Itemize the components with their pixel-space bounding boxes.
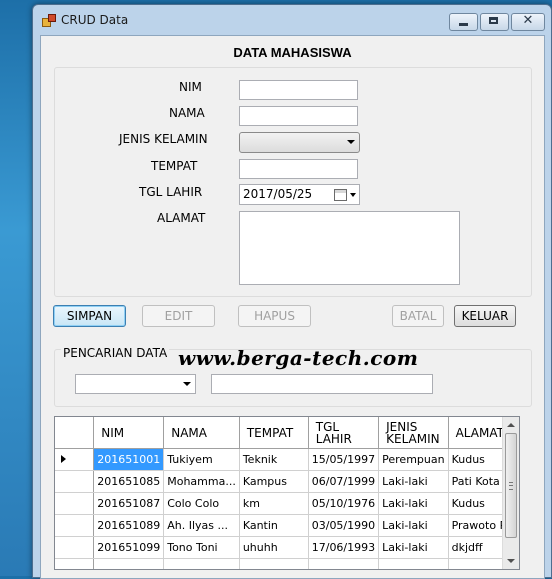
row-header[interactable] <box>55 470 95 493</box>
jenis-kelamin-select[interactable] <box>239 132 360 153</box>
table-cell[interactable]: Ah. Ilyas ... <box>163 514 240 537</box>
tgl-lahir-datepicker[interactable]: 2017/05/25 <box>239 184 360 205</box>
column-header-nim[interactable]: NIM <box>93 417 165 449</box>
table-row[interactable] <box>55 558 519 569</box>
table-cell[interactable]: Laki-laki <box>378 536 449 559</box>
table-cell[interactable]: Mohamma... <box>163 470 240 493</box>
table-cell[interactable]: Kantin <box>239 514 309 537</box>
app-icon <box>42 14 56 27</box>
row-header[interactable] <box>55 448 95 471</box>
table-cell[interactable] <box>93 558 165 569</box>
search-group-label: PENCARIAN DATA <box>61 346 170 360</box>
table-cell[interactable]: Laki-laki <box>378 470 449 493</box>
row-header[interactable] <box>55 558 95 569</box>
table-cell[interactable]: 15/05/1997 <box>308 448 380 471</box>
caption-buttons: ✕ <box>447 13 545 31</box>
label-tempat: TEMPAT <box>151 159 198 173</box>
maximize-icon <box>489 17 498 24</box>
table-cell[interactable]: Kampus <box>239 470 309 493</box>
table-cell[interactable]: Laki-laki <box>378 492 449 515</box>
table-row[interactable]: 201651001 Tukiyem Teknik 15/05/1997 Pere… <box>55 448 519 471</box>
hapus-button[interactable]: HAPUS <box>238 305 311 327</box>
table-row[interactable]: 201651099 Tono Toni uhuhh 17/06/1993 Lak… <box>55 536 519 559</box>
table-cell[interactable]: 201651001 <box>93 448 165 471</box>
table-cell[interactable]: uhuhh <box>239 536 309 559</box>
corner-header <box>55 417 95 449</box>
label-nama: NAMA <box>169 106 205 120</box>
nim-input[interactable] <box>239 80 358 100</box>
edit-button[interactable]: EDIT <box>142 305 215 327</box>
table-cell[interactable]: 17/06/1993 <box>308 536 380 559</box>
table-cell[interactable]: Teknik <box>239 448 309 471</box>
tempat-input[interactable] <box>239 159 358 179</box>
alamat-textarea[interactable] <box>239 211 460 285</box>
input-group: NIM NAMA JENIS KELAMIN TEMPAT TGL LAHIR … <box>54 67 532 297</box>
scroll-thumb[interactable] <box>505 433 517 538</box>
table-row[interactable]: 201651089 Ah. Ilyas ... Kantin 03/05/199… <box>55 514 519 537</box>
form-heading: DATA MAHASISWA <box>233 45 352 60</box>
table-cell[interactable]: Tono Toni <box>163 536 240 559</box>
vertical-scrollbar[interactable] <box>502 417 519 569</box>
table-cell[interactable] <box>163 558 240 569</box>
main-window: CRUD Data ✕ DATA MAHASISWA NIM NAMA JENI… <box>32 4 552 579</box>
row-header[interactable] <box>55 514 95 537</box>
minimize-icon <box>459 23 468 26</box>
table-cell[interactable]: Laki-laki <box>378 514 449 537</box>
table-row[interactable]: 201651085 Mohamma... Kampus 06/07/1999 L… <box>55 470 519 493</box>
close-button[interactable]: ✕ <box>511 13 545 31</box>
table-cell[interactable] <box>378 558 449 569</box>
window-title: CRUD Data <box>61 13 129 27</box>
batal-button[interactable]: BATAL <box>392 305 444 327</box>
search-field-select[interactable] <box>75 374 196 394</box>
table-cell[interactable]: 05/10/1976 <box>308 492 380 515</box>
simpan-button[interactable]: SIMPAN <box>53 305 126 327</box>
calendar-icon <box>334 189 347 201</box>
table-cell[interactable] <box>308 558 380 569</box>
scroll-down-icon[interactable] <box>507 559 515 563</box>
table-cell[interactable]: 06/07/1999 <box>308 470 380 493</box>
table-cell[interactable]: 201651087 <box>93 492 165 515</box>
keluar-button[interactable]: KELUAR <box>454 305 516 327</box>
label-nim: NIM <box>179 80 202 94</box>
table-cell[interactable]: 201651085 <box>93 470 165 493</box>
close-icon: ✕ <box>522 13 534 28</box>
search-input[interactable] <box>211 374 433 394</box>
column-header-nama[interactable]: NAMA <box>163 417 240 449</box>
scroll-up-icon[interactable] <box>507 423 515 427</box>
table-cell[interactable]: km <box>239 492 309 515</box>
maximize-button[interactable] <box>480 13 509 31</box>
minimize-button[interactable] <box>449 13 478 31</box>
chevron-down-icon <box>347 140 355 144</box>
label-jenis-kelamin: JENIS KELAMIN <box>119 132 208 146</box>
chevron-down-icon <box>183 382 191 386</box>
row-header[interactable] <box>55 536 95 559</box>
header-row: NIM NAMA TEMPAT TGL LAHIR JENIS KELAMIN … <box>55 417 519 449</box>
title-bar[interactable]: CRUD Data ✕ <box>33 5 551 35</box>
row-header[interactable] <box>55 492 95 515</box>
nama-input[interactable] <box>239 106 358 126</box>
column-header-tempat[interactable]: TEMPAT <box>239 417 309 449</box>
table-cell[interactable]: 03/05/1990 <box>308 514 380 537</box>
table-cell[interactable]: Colo Colo <box>163 492 240 515</box>
form-client-area: DATA MAHASISWA NIM NAMA JENIS KELAMIN TE… <box>40 35 545 579</box>
data-grid[interactable]: NIM NAMA TEMPAT TGL LAHIR JENIS KELAMIN … <box>54 416 520 570</box>
table-row[interactable]: 201651087 Colo Colo km 05/10/1976 Laki-l… <box>55 492 519 515</box>
watermark-text: www.berga-tech.com <box>178 346 419 370</box>
tgl-lahir-value: 2017/05/25 <box>243 187 313 201</box>
data-table: NIM NAMA TEMPAT TGL LAHIR JENIS KELAMIN … <box>55 417 519 569</box>
table-cell[interactable]: Tukiyem <box>163 448 240 471</box>
column-header-tgl-lahir[interactable]: TGL LAHIR <box>308 417 380 449</box>
table-cell[interactable]: Perempuan <box>378 448 449 471</box>
label-alamat: ALAMAT <box>157 211 206 225</box>
table-cell[interactable] <box>239 558 309 569</box>
grip-icon <box>509 482 513 490</box>
current-row-icon <box>61 455 66 463</box>
label-tgl-lahir: TGL LAHIR <box>139 185 203 199</box>
table-cell[interactable]: 201651089 <box>93 514 165 537</box>
chevron-down-icon <box>350 193 356 197</box>
table-cell[interactable]: 201651099 <box>93 536 165 559</box>
column-header-jenis-kelamin[interactable]: JENIS KELAMIN <box>378 417 449 449</box>
